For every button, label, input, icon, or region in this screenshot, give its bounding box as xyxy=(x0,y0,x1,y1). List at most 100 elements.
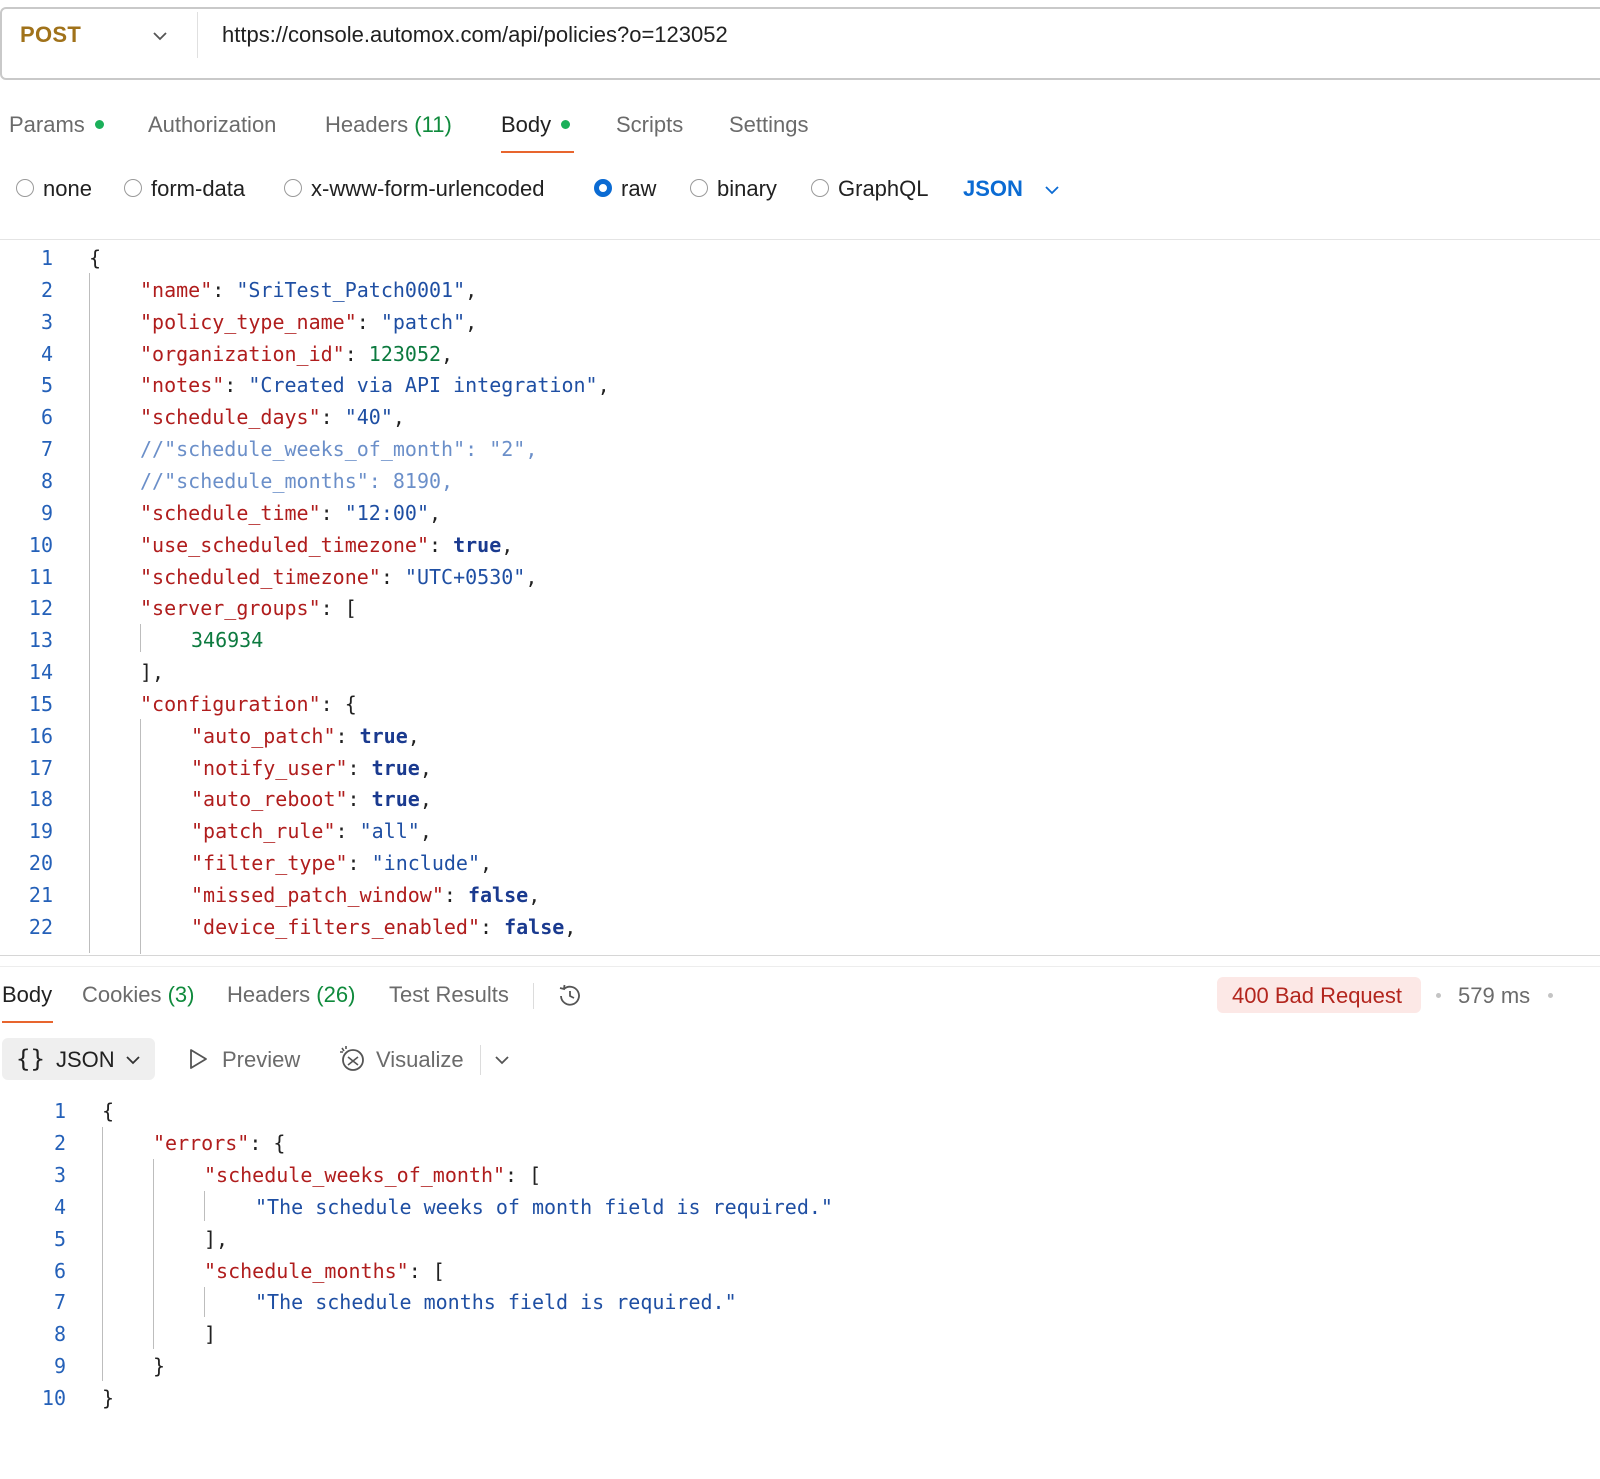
response-body-viewer[interactable]: 1{2 "errors": {3 "schedule_weeks_of_month"… xyxy=(0,1095,1600,1425)
url-input[interactable]: https://console.automox.com/api/policies… xyxy=(222,22,728,48)
tab-label: Headers xyxy=(325,112,409,137)
code-text: "use_scheduled_timezone": true, xyxy=(140,532,514,557)
line-number: 15 xyxy=(28,691,53,716)
radio-circle-selected xyxy=(594,179,612,198)
tab-cookies[interactable]: Cookies (3) xyxy=(82,982,195,1008)
code-text: "notify_user": true, xyxy=(191,755,432,780)
line-number: 1 xyxy=(53,1099,66,1123)
history-icon[interactable] xyxy=(555,981,585,1011)
tab-label: Scripts xyxy=(616,112,684,137)
tab-label: Body xyxy=(2,982,53,1007)
code-line: 16 "auto_patch": true, xyxy=(0,720,1600,752)
tab-params[interactable]: Params xyxy=(9,112,104,138)
code-text: { xyxy=(89,246,102,270)
code-line: 4 "The schedule weeks of month field is r… xyxy=(0,1191,1600,1223)
code-line: 7 //"schedule_weeks_of_month": "2", xyxy=(0,433,1600,465)
line-number: 10 xyxy=(41,1386,66,1411)
code-line: 2 "errors": { xyxy=(0,1127,1600,1159)
code-text: "schedule_time": "12:00", xyxy=(140,500,442,525)
code-text: //"schedule_months": 8190, xyxy=(140,468,454,493)
indent-guide xyxy=(89,273,90,953)
play-icon[interactable] xyxy=(187,1047,209,1071)
radio-circle xyxy=(124,179,142,198)
body-format-select[interactable]: JSON xyxy=(963,176,1023,202)
code-text: "The schedule months field is required." xyxy=(255,1290,737,1315)
indent-guide xyxy=(102,1127,103,1381)
preview-button[interactable]: Preview xyxy=(222,1047,300,1073)
radio-label: none xyxy=(43,176,92,201)
tab-settings[interactable]: Settings xyxy=(729,112,809,138)
code-line: 20 "filter_type": "include", xyxy=(0,847,1600,879)
radio-x-www-form-urlencoded[interactable]: x-www-form-urlencoded xyxy=(284,176,545,202)
radio-form-data[interactable]: form-data xyxy=(124,176,245,202)
tab-label: Settings xyxy=(729,112,809,137)
separator-dot xyxy=(1436,993,1441,998)
chevron-down-icon[interactable] xyxy=(492,1050,512,1070)
code-line: 8] xyxy=(0,1318,1600,1350)
code-line: 7 "The schedule months field is required.… xyxy=(0,1286,1600,1318)
tab-response-body[interactable]: Body xyxy=(2,982,52,1008)
line-number: 8 xyxy=(53,1322,66,1347)
code-line: 22 "device_filters_enabled": false, xyxy=(0,911,1600,943)
code-text: "missed_patch_window": false, xyxy=(191,883,541,907)
code-line: 11 "scheduled_timezone": "UTC+0530", xyxy=(0,561,1600,593)
radio-none[interactable]: none xyxy=(16,176,92,202)
braces-icon: {} xyxy=(16,1045,45,1073)
method-select[interactable]: POST xyxy=(20,22,81,48)
radio-label: form-data xyxy=(151,176,246,201)
code-line: 4 "organization_id": 123052, xyxy=(0,338,1600,370)
indent-guide xyxy=(140,719,141,954)
tab-label: Params xyxy=(9,112,85,137)
code-line: 10} xyxy=(0,1382,1600,1414)
code-line: 15 "configuration": { xyxy=(0,688,1600,720)
tab-body[interactable]: Body xyxy=(501,112,571,138)
line-number: 9 xyxy=(53,1354,66,1379)
code-text: ], xyxy=(204,1226,229,1251)
line-number: 10 xyxy=(28,532,53,557)
tab-label: Authorization xyxy=(148,112,277,137)
tab-label: Headers xyxy=(227,982,311,1007)
tab-headers[interactable]: Headers (11) xyxy=(325,112,452,138)
code-line: 6 "schedule_months": [ xyxy=(0,1255,1600,1287)
code-text: "configuration": { xyxy=(140,691,357,716)
request-body-editor[interactable]: 1{ 2 "name": "SriTest_Patch0001", 3 "policy_… xyxy=(0,241,1600,954)
visualize-button[interactable]: Visualize xyxy=(376,1047,464,1073)
tab-scripts[interactable]: Scripts xyxy=(616,112,683,138)
response-time[interactable]: 579 ms xyxy=(1458,983,1530,1009)
code-line: 9} xyxy=(0,1350,1600,1382)
code-line: 13 346934 xyxy=(0,624,1600,656)
code-text: ], xyxy=(140,660,165,685)
code-line: 3 "schedule_weeks_of_month": [ xyxy=(0,1159,1600,1191)
line-number: 3 xyxy=(40,309,53,334)
radio-circle xyxy=(811,179,829,198)
radio-binary[interactable]: binary xyxy=(690,176,777,202)
line-number: 5 xyxy=(40,373,53,398)
code-line: 19 "patch_rule": "all", xyxy=(0,815,1600,847)
radio-label: x-www-form-urlencoded xyxy=(311,176,545,201)
code-text: "filter_type": "include", xyxy=(191,851,493,876)
visualize-icon[interactable] xyxy=(338,1044,368,1074)
line-number: 18 xyxy=(28,787,53,812)
tab-authorization[interactable]: Authorization xyxy=(148,112,276,138)
radio-raw[interactable]: raw xyxy=(594,176,656,202)
active-indicator-dot xyxy=(94,119,104,129)
code-text: //"schedule_weeks_of_month": "2", xyxy=(140,437,538,462)
line-number: 4 xyxy=(53,1194,66,1219)
divider xyxy=(480,1045,481,1075)
code-line: 1{ xyxy=(0,242,1600,274)
radio-label: binary xyxy=(717,176,777,201)
code-text: 346934 xyxy=(191,628,264,653)
code-line: 1{ xyxy=(0,1095,1600,1127)
radio-circle xyxy=(16,179,34,198)
code-line: 3 "policy_type_name": "patch", xyxy=(0,306,1600,338)
radio-graphql[interactable]: GraphQL xyxy=(811,176,929,202)
tab-test-results[interactable]: Test Results xyxy=(389,982,509,1008)
chevron-down-icon[interactable] xyxy=(150,26,170,46)
line-number: 11 xyxy=(28,564,53,589)
line-number: 2 xyxy=(40,277,53,302)
code-text: "name": "SriTest_Patch0001", xyxy=(140,277,478,302)
radio-label: GraphQL xyxy=(838,176,929,201)
pane-divider[interactable] xyxy=(0,955,1600,956)
tab-response-headers[interactable]: Headers (26) xyxy=(227,982,355,1008)
chevron-down-icon[interactable] xyxy=(1042,180,1062,200)
